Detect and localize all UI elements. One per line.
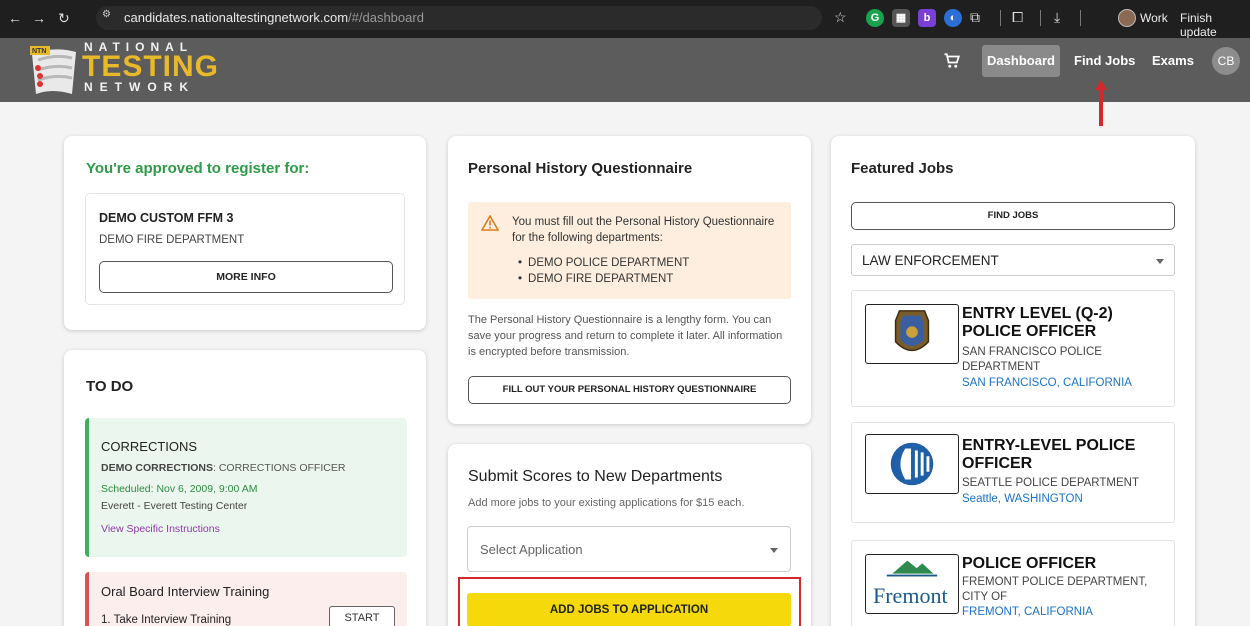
- url-text[interactable]: candidates.nationaltestingnetwork.com/#/…: [124, 10, 424, 25]
- back-icon[interactable]: ←: [8, 10, 22, 26]
- todo-item-step: 1. Take Interview Training: [101, 614, 232, 626]
- extension-c-icon[interactable]: ◐: [944, 9, 962, 27]
- phq-department-list: DEMO POLICE DEPARTMENT DEMO FIRE DEPARTM…: [518, 255, 689, 287]
- more-info-button[interactable]: MORE INFO: [99, 261, 393, 293]
- job-title[interactable]: ENTRY LEVEL (Q-2) POLICE OFFICER: [962, 305, 1162, 341]
- submit-scores-title: Submit Scores to New Departments: [468, 468, 723, 485]
- todo-item-corrections: CORRECTIONS DEMO CORRECTIONS: CORRECTION…: [85, 418, 407, 557]
- chevron-down-icon: [770, 548, 778, 553]
- approved-item: DEMO CUSTOM FFM 3 DEMO FIRE DEPARTMENT M…: [85, 193, 405, 305]
- fremont-wordmark: Fremont: [873, 583, 948, 608]
- logo-text-network: NETWORK: [84, 80, 195, 94]
- nav-exams[interactable]: Exams: [1152, 45, 1194, 77]
- fill-out-phq-button[interactable]: FILL OUT YOUR PERSONAL HISTORY QUESTIONN…: [468, 376, 791, 404]
- toolbar-divider: [1080, 10, 1081, 26]
- warning-icon: [481, 215, 499, 231]
- submit-scores-description: Add more jobs to your existing applicati…: [468, 497, 745, 509]
- phq-description: The Personal History Questionnaire is a …: [468, 314, 783, 358]
- url-path: /#/dashboard: [348, 10, 424, 25]
- submit-scores-card: Submit Scores to New Departments Add mor…: [448, 444, 811, 626]
- featured-jobs-title: Featured Jobs: [851, 160, 954, 177]
- todo-item-location: Everett - Everett Testing Center: [101, 500, 248, 512]
- job-category-dropdown[interactable]: LAW ENFORCEMENT: [851, 244, 1175, 276]
- download-icon[interactable]: ⤓: [1054, 9, 1060, 26]
- job-title[interactable]: POLICE OFFICER: [962, 555, 1172, 573]
- extension-icon[interactable]: ▦: [892, 9, 910, 27]
- nav-find-jobs[interactable]: Find Jobs: [1074, 45, 1135, 77]
- finish-update-button[interactable]: Finish update: [1180, 11, 1250, 39]
- reload-icon[interactable]: ↻: [58, 10, 70, 27]
- job-category-value: LAW ENFORCEMENT: [862, 253, 999, 268]
- grammarly-extension-icon[interactable]: G: [866, 9, 884, 27]
- add-jobs-to-application-button[interactable]: ADD JOBS TO APPLICATION: [467, 593, 791, 626]
- phq-warning: You must fill out the Personal History Q…: [468, 202, 791, 299]
- nav-dashboard[interactable]: Dashboard: [982, 45, 1060, 77]
- logo-badge-text: NTN: [32, 48, 46, 55]
- job-location: SAN FRANCISCO, CALIFORNIA: [962, 377, 1132, 389]
- site-settings-icon[interactable]: ⚙: [102, 9, 120, 25]
- logo-text-testing: TESTING: [82, 50, 220, 83]
- user-avatar[interactable]: CB: [1212, 47, 1240, 75]
- todo-card: TO DO CORRECTIONS DEMO CORRECTIONS: CORR…: [64, 350, 426, 626]
- cart-icon[interactable]: [943, 52, 961, 70]
- extension-b-icon[interactable]: b: [918, 9, 936, 27]
- profile-name[interactable]: Work: [1140, 11, 1168, 25]
- extensions-puzzle-icon[interactable]: ⧉: [970, 9, 980, 26]
- approved-card: You're approved to register for: DEMO CU…: [64, 136, 426, 330]
- featured-jobs-card: Featured Jobs FIND JOBS LAW ENFORCEMENT …: [831, 136, 1195, 626]
- forward-icon[interactable]: →: [32, 10, 46, 26]
- url-host: candidates.nationaltestingnetwork.com: [124, 10, 349, 25]
- browser-toolbar: ← → ↻ ⚙ candidates.nationaltestingnetwor…: [0, 0, 1250, 39]
- find-jobs-button[interactable]: FIND JOBS: [851, 202, 1175, 230]
- select-application-dropdown[interactable]: Select Application: [467, 526, 791, 572]
- start-training-button[interactable]: START: [329, 606, 395, 626]
- phq-department-item: DEMO POLICE DEPARTMENT: [518, 255, 689, 271]
- profile-avatar[interactable]: [1118, 9, 1136, 27]
- chevron-down-icon: [1156, 259, 1164, 264]
- todo-title: TO DO: [86, 378, 134, 395]
- job-title[interactable]: ENTRY-LEVEL POLICE OFFICER: [962, 437, 1172, 473]
- bookmark-star-icon[interactable]: ☆: [834, 9, 847, 26]
- view-instructions-link[interactable]: View Specific Instructions: [101, 523, 220, 535]
- job-location: Seattle, WASHINGTON: [962, 493, 1083, 505]
- approved-item-department: DEMO FIRE DEPARTMENT: [99, 234, 245, 246]
- job-department: SAN FRANCISCO POLICE DEPARTMENT: [962, 346, 1102, 373]
- todo-item-category: Oral Board Interview Training: [101, 584, 270, 599]
- seattle-seal-icon: [890, 442, 934, 486]
- todo-item-interview-training: Oral Board Interview Training 1. Take In…: [85, 572, 407, 626]
- seattle-logo: [865, 434, 959, 494]
- select-application-placeholder: Select Application: [480, 542, 583, 557]
- job-department: FREMONT POLICE DEPARTMENT, CITY OF: [962, 576, 1148, 603]
- phq-card: Personal History Questionnaire You must …: [448, 136, 811, 424]
- phq-title: Personal History Questionnaire: [468, 160, 693, 177]
- reader-mode-icon[interactable]: ⧠: [1012, 9, 1023, 26]
- fremont-logo: Fremont: [865, 554, 959, 614]
- mountain-icon: [886, 560, 938, 577]
- job-department: SEATTLE POLICE DEPARTMENT: [962, 477, 1140, 489]
- job-location: FREMONT, CALIFORNIA: [962, 606, 1093, 618]
- featured-job-item[interactable]: Fremont POLICE OFFICER FREMONT POLICE DE…: [851, 540, 1175, 626]
- featured-job-item[interactable]: ENTRY-LEVEL POLICE OFFICER SEATTLE POLIC…: [851, 422, 1175, 523]
- approved-title: You're approved to register for:: [86, 160, 310, 177]
- police-badge-icon: [894, 310, 930, 352]
- annotation-arrow: [1095, 80, 1107, 126]
- todo-item-schedule: Scheduled: Nov 6, 2009, 9:00 AM: [101, 483, 258, 495]
- sfpd-badge-logo: [865, 304, 959, 364]
- todo-item-agency: DEMO CORRECTIONS: [101, 462, 214, 474]
- todo-item-position-title: : CORRECTIONS OFFICER: [213, 462, 346, 474]
- phq-warning-text: You must fill out the Personal History Q…: [512, 216, 775, 244]
- toolbar-divider: [1040, 10, 1041, 26]
- phq-department-item: DEMO FIRE DEPARTMENT: [518, 271, 689, 287]
- featured-job-item[interactable]: ENTRY LEVEL (Q-2) POLICE OFFICER SAN FRA…: [851, 290, 1175, 407]
- approved-item-name: DEMO CUSTOM FFM 3: [99, 211, 234, 225]
- ntn-logo-icon[interactable]: NTN: [28, 44, 80, 100]
- todo-item-category: CORRECTIONS: [101, 439, 198, 454]
- toolbar-divider: [1000, 10, 1001, 26]
- todo-item-position: DEMO CORRECTIONS: CORRECTIONS OFFICER: [101, 462, 345, 474]
